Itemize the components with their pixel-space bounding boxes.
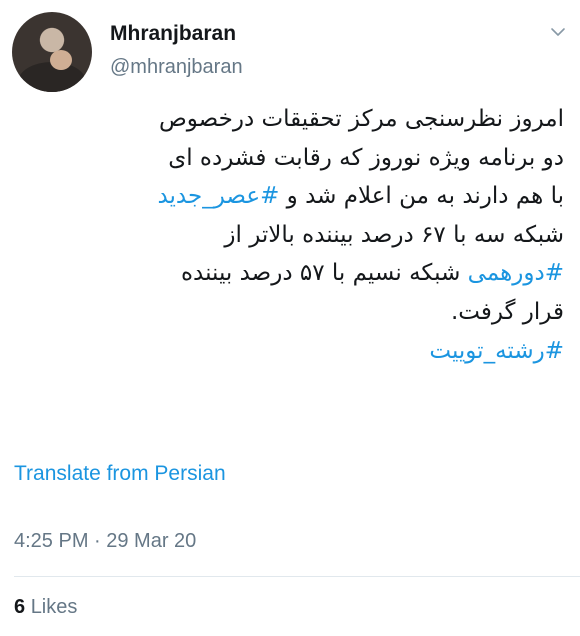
tweet-line: امروز نظرسنجی مرکز تحقیقات درخصوص (158, 106, 564, 132)
tweet-line: #رشته_توییت (16, 332, 564, 371)
tweet-line: با هم دارند به من اعلام شد و #عصر_جدید (16, 177, 564, 216)
chevron-down-icon[interactable] (550, 24, 566, 40)
divider (14, 576, 580, 577)
user-handle[interactable]: @mhranjbaran (110, 56, 243, 79)
tweet-text: امروز نظرسنجی مرکز تحقیقات درخصوص دو برن… (16, 100, 564, 370)
tweet-line-text: با هم دارند به من اعلام شد و (279, 183, 564, 210)
avatar[interactable] (12, 12, 92, 92)
hashtag-link[interactable]: #دورهمی (468, 260, 564, 286)
likes-count[interactable]: 6 Likes (14, 596, 77, 619)
hashtag-link[interactable]: #رشته_توییت (429, 338, 564, 364)
translate-link[interactable]: Translate from Persian (14, 462, 226, 486)
tweet-line: #دورهمی شبکه نسیم با ۵۷ درصد بیننده (16, 254, 564, 293)
tweet-line: دو برنامه ویژه نوروز که رقابت فشرده ای (168, 144, 564, 171)
tweet-line-text: شبکه نسیم با ۵۷ درصد بیننده (180, 260, 468, 287)
tweet-timestamp[interactable]: 4:25 PM · 29 Mar 20 (14, 530, 196, 553)
tweet-line: قرار گرفت. (450, 298, 564, 325)
tweet-line: شبکه سه با ۶۷ درصد بیننده بالاتر از (224, 221, 564, 248)
avatar-hand (50, 50, 72, 70)
hashtag-link[interactable]: #عصر_جدید (157, 183, 279, 209)
display-name[interactable]: Mhranjbaran (110, 22, 236, 46)
likes-number: 6 (14, 596, 26, 618)
likes-label: Likes (30, 596, 78, 618)
